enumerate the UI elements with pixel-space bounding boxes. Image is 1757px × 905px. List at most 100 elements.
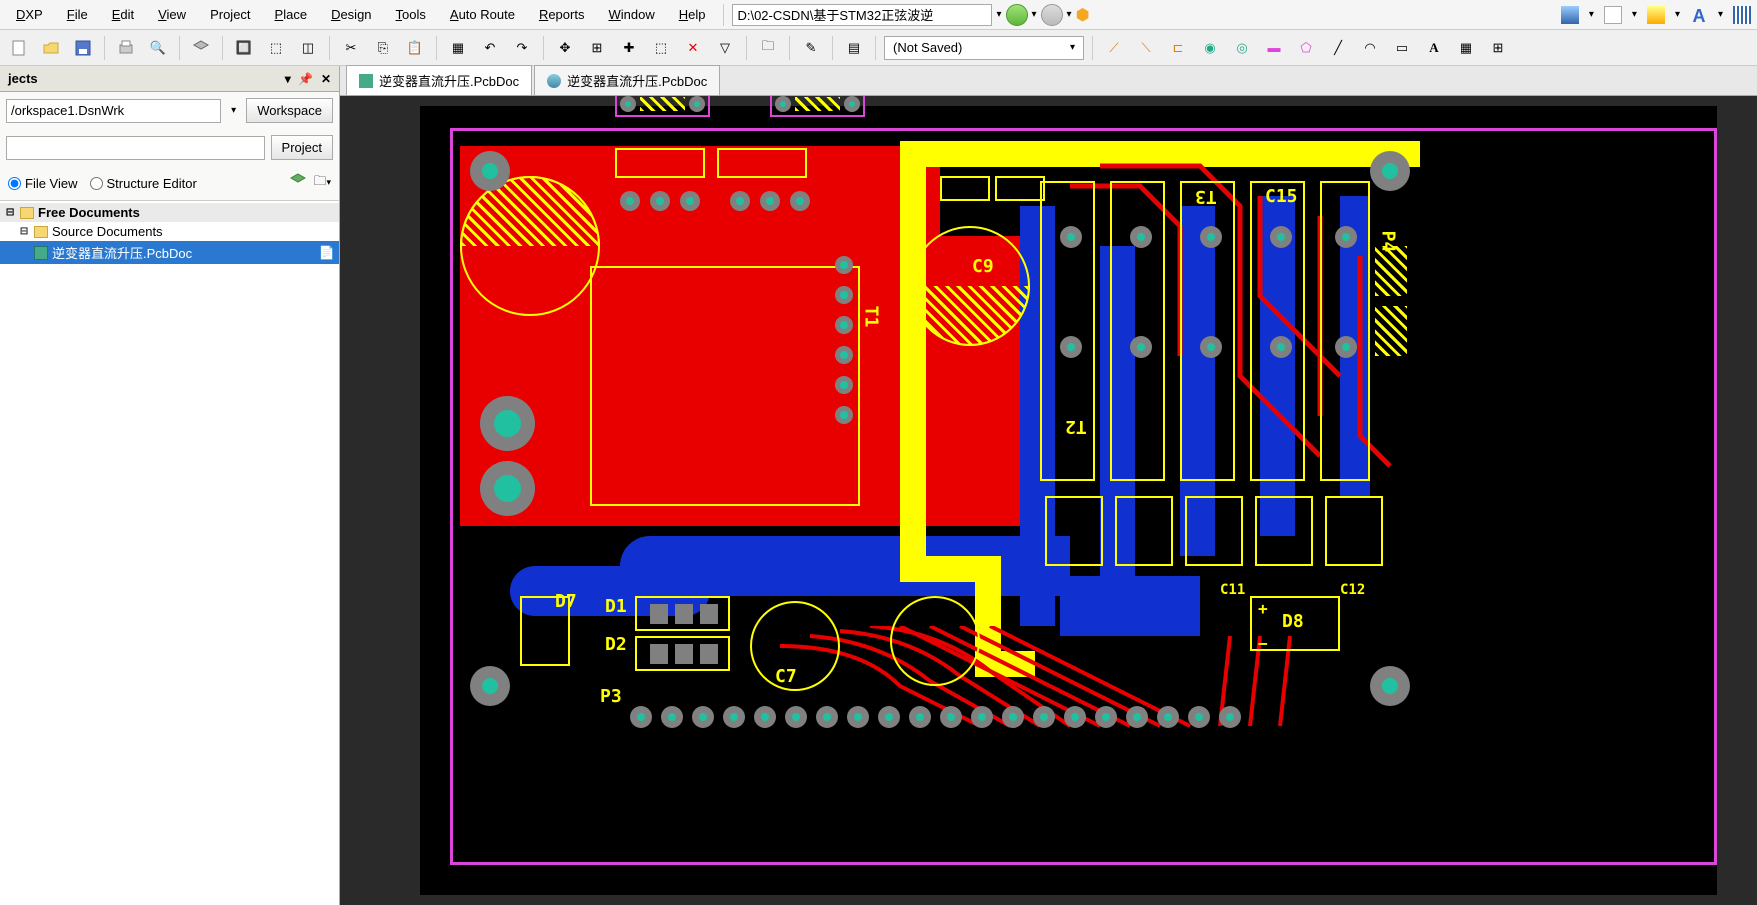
array-icon[interactable]: ▦ — [1453, 35, 1479, 61]
label-d1: D1 — [605, 596, 627, 617]
filter-icon[interactable]: ▽ — [712, 35, 738, 61]
preview-icon[interactable]: 🔍 — [145, 35, 171, 61]
label-c15: C15 — [1265, 186, 1298, 207]
mount-br — [1370, 666, 1410, 706]
zoom-fit-icon[interactable]: 🔲 — [231, 35, 257, 61]
workspace-dropdown-icon[interactable]: ▾ — [227, 105, 240, 116]
via-icon[interactable]: ◉ — [1197, 35, 1223, 61]
doc-status-icon: 📄 — [319, 245, 335, 261]
line-icon[interactable]: ╱ — [1325, 35, 1351, 61]
menu-window[interactable]: Window — [598, 3, 664, 26]
structure-editor-radio[interactable]: Structure Editor — [90, 176, 197, 191]
tab-pcbdoc-2[interactable]: 逆变器直流升压.PcbDoc — [534, 65, 720, 95]
tool-icon-1[interactable] — [1561, 6, 1579, 24]
tree-free-documents[interactable]: ⊟ Free Documents — [0, 203, 339, 222]
menu-view[interactable]: View — [148, 3, 196, 26]
comp-top-2 — [717, 148, 807, 178]
tool-icon-2[interactable] — [1604, 6, 1622, 24]
r-array-3 — [1185, 496, 1243, 566]
fill-icon[interactable]: ▬ — [1261, 35, 1287, 61]
path-input[interactable] — [732, 4, 992, 26]
new-icon[interactable] — [6, 35, 32, 61]
edit-icon[interactable]: ✎ — [798, 35, 824, 61]
browse-icon[interactable]: 🗀 — [755, 35, 781, 61]
label-c11: C11 — [1220, 582, 1245, 598]
redo-icon[interactable]: ↷ — [509, 35, 535, 61]
home-icon[interactable]: ⬢ — [1076, 5, 1090, 25]
move-icon[interactable]: ✥ — [552, 35, 578, 61]
group-icon[interactable]: ▦ — [445, 35, 471, 61]
comp-top-1 — [615, 148, 705, 178]
arc-icon[interactable]: ◠ — [1357, 35, 1383, 61]
menu-tools[interactable]: Tools — [386, 3, 436, 26]
r-array-5 — [1325, 496, 1383, 566]
align-icon[interactable]: ⊞ — [584, 35, 610, 61]
print-icon[interactable] — [113, 35, 139, 61]
tree-pcbdoc-item[interactable]: 逆变器直流升压.PcbDoc 📄 — [0, 241, 339, 264]
route-icon-2[interactable]: ⟍ — [1133, 35, 1159, 61]
zoom-area-icon[interactable]: ⬚ — [263, 35, 289, 61]
label-c9: C9 — [972, 256, 994, 277]
menu-autoroute[interactable]: Auto Route — [440, 3, 525, 26]
nav-forward-button[interactable] — [1041, 4, 1063, 26]
text-icon[interactable]: A — [1421, 35, 1447, 61]
project-button[interactable]: Project — [271, 135, 333, 160]
paste-icon[interactable]: 📋 — [402, 35, 428, 61]
open-icon[interactable] — [38, 35, 64, 61]
menu-reports[interactable]: Reports — [529, 3, 595, 26]
label-d8: D8 — [1282, 611, 1304, 632]
compile-icon[interactable] — [289, 172, 307, 194]
menu-project[interactable]: Project — [200, 3, 260, 26]
pad-big-1 — [480, 396, 535, 451]
route-icon-3[interactable]: ⊏ — [1165, 35, 1191, 61]
label-t3: T3 — [1195, 186, 1217, 207]
project-tree[interactable]: ⊟ Free Documents ⊟ Source Documents 逆变器直… — [0, 201, 339, 905]
r-array-1 — [1045, 496, 1103, 566]
cut-icon[interactable]: ✂ — [338, 35, 364, 61]
tool-icon-4[interactable]: A — [1690, 6, 1708, 24]
menu-file[interactable]: File — [57, 3, 98, 26]
via-icon-2[interactable]: ◎ — [1229, 35, 1255, 61]
workspace-input[interactable] — [6, 99, 221, 123]
cross-icon[interactable]: ✚ — [616, 35, 642, 61]
menu-design[interactable]: Design — [321, 3, 381, 26]
pcb-canvas[interactable]: D7 D1 D2 C7 P3 C9 T1 T2 T3 C15 P4 D8 C11… — [340, 96, 1757, 905]
nav-back-button[interactable] — [1006, 4, 1028, 26]
menu-place[interactable]: Place — [265, 3, 318, 26]
zoom-sel-icon[interactable]: ◫ — [295, 35, 321, 61]
route-icon-1[interactable]: ⟋ — [1101, 35, 1127, 61]
drc-icon[interactable]: ▤ — [841, 35, 867, 61]
c1-outline — [460, 176, 600, 316]
options-icon[interactable]: 🗀▾ — [313, 172, 331, 194]
tab-pcbdoc-1[interactable]: 逆变器直流升压.PcbDoc — [346, 65, 532, 95]
label-d7: D7 — [555, 591, 577, 612]
saved-state-dropdown[interactable]: (Not Saved) ▾ — [884, 36, 1084, 60]
red-fanout — [780, 626, 1320, 746]
undo-icon[interactable]: ↶ — [477, 35, 503, 61]
rect-icon[interactable]: ▭ — [1389, 35, 1415, 61]
toolbar: 🔍 🔲 ⬚ ◫ ✂ ⎘ 📋 ▦ ↶ ↷ ✥ ⊞ ✚ ⬚ ✕ ▽ 🗀 ✎ ▤ (N… — [0, 30, 1757, 66]
snap-icon[interactable]: ✕ — [680, 35, 706, 61]
comp-top-4 — [995, 176, 1045, 201]
file-view-radio[interactable]: File View — [8, 176, 78, 191]
menu-help[interactable]: Help — [669, 3, 716, 26]
tool-icon-5[interactable] — [1733, 6, 1751, 24]
comp-icon[interactable]: ⊞ — [1485, 35, 1511, 61]
panel-close-icon[interactable]: ✕ — [321, 72, 331, 86]
layers-icon[interactable] — [188, 35, 214, 61]
pcb-tab-icon-2 — [547, 74, 561, 88]
save-icon[interactable] — [70, 35, 96, 61]
menu-dxp[interactable]: DXP — [6, 3, 53, 26]
panel-pushpin-icon[interactable]: 📌 — [298, 72, 313, 86]
select-icon[interactable]: ⬚ — [648, 35, 674, 61]
poly-icon[interactable]: ⬠ — [1293, 35, 1319, 61]
workspace-button[interactable]: Workspace — [246, 98, 333, 123]
copy-icon[interactable]: ⎘ — [370, 35, 396, 61]
panel-pin-icon[interactable]: ▾ — [285, 72, 291, 86]
tool-icon-3[interactable] — [1647, 6, 1665, 24]
tree-source-documents[interactable]: ⊟ Source Documents — [0, 222, 339, 241]
project-input[interactable] — [6, 136, 265, 160]
label-t2: T2 — [1065, 416, 1087, 437]
menu-edit[interactable]: Edit — [102, 3, 144, 26]
off-board-comps — [615, 96, 865, 117]
